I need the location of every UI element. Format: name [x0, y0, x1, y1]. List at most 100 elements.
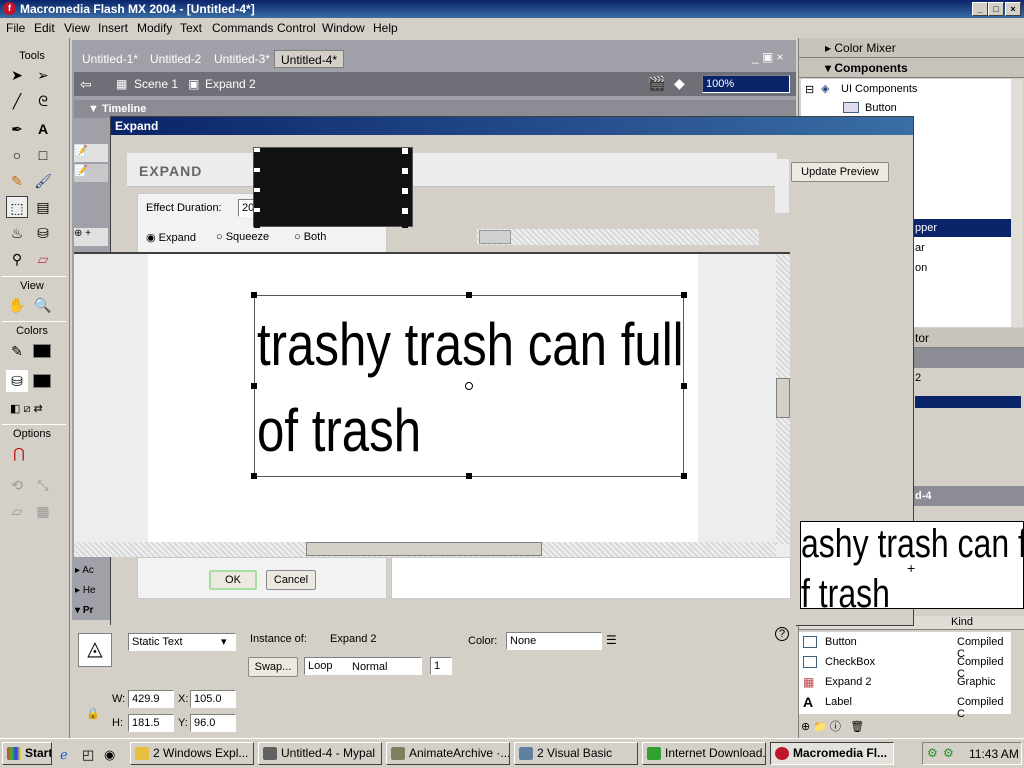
close-button[interactable]: ×	[1005, 2, 1021, 16]
x-field[interactable]: 105.0	[190, 690, 236, 708]
layer-icon[interactable]: 📝	[74, 144, 108, 162]
tree-collapse-icon[interactable]: ⊟	[805, 83, 814, 96]
radio-expand[interactable]: ◉ Expand	[146, 231, 196, 244]
col-kind[interactable]: Kind	[951, 616, 973, 628]
resize-handle[interactable]	[681, 473, 687, 479]
arrow-tool-icon[interactable]: ➤	[6, 64, 28, 86]
doc-window-controls[interactable]: _ ▣ ×	[752, 50, 784, 64]
library-toolbar-icons[interactable]: ⊕ 📁 ⓘ 🗑	[801, 718, 864, 734]
tab-untitled-1[interactable]: Untitled-1*	[76, 50, 144, 68]
tray-tool-icon[interactable]: ⚙	[943, 746, 954, 760]
menu-window[interactable]: Window	[322, 21, 365, 35]
edit-scene-icon[interactable]: 🎬	[648, 75, 665, 92]
ui-components-item[interactable]: UI Components	[841, 83, 917, 95]
menu-text[interactable]: Text	[180, 21, 202, 35]
table-row[interactable]: ▦ Expand 2 Graphic	[801, 674, 1011, 692]
rectangle-tool-icon[interactable]: □	[32, 144, 54, 166]
insert-layer-icon[interactable]: ⊕ +	[74, 228, 108, 246]
button-component-item[interactable]: Button	[865, 102, 897, 114]
radio-squeeze[interactable]: ○ Squeeze	[216, 231, 269, 243]
panel-selected-row[interactable]	[915, 396, 1021, 408]
table-row[interactable]: Button Compiled C	[801, 634, 1011, 660]
stroke-color-icon[interactable]: ✎	[6, 340, 28, 362]
y-field[interactable]: 96.0	[190, 714, 236, 732]
paint-bucket-tool-icon[interactable]: ⛁	[32, 222, 54, 244]
menu-commands[interactable]: Commands	[212, 21, 273, 35]
hscroll-thumb[interactable]	[479, 230, 511, 244]
menu-control[interactable]: Control	[277, 21, 316, 35]
resize-handle[interactable]	[681, 383, 687, 389]
transform-point-icon[interactable]	[465, 382, 473, 390]
zoom-tool-icon[interactable]: 🔍	[32, 294, 54, 316]
menu-view[interactable]: View	[64, 21, 90, 35]
oval-tool-icon[interactable]: ○	[6, 144, 28, 166]
swap-button[interactable]: Swap...	[248, 657, 298, 677]
stage-hscroll-thumb[interactable]	[306, 542, 542, 556]
resize-handle[interactable]	[466, 292, 472, 298]
resize-handle[interactable]	[251, 292, 257, 298]
scene-breadcrumb[interactable]: Scene 1	[134, 77, 178, 91]
start-button[interactable]: Start	[2, 742, 52, 765]
envelope-option-icon[interactable]: ▦	[32, 500, 54, 522]
taskbar-item-mypal[interactable]: Untitled-4 - Mypal	[258, 742, 382, 765]
menu-file[interactable]: File	[6, 21, 25, 35]
tab-untitled-3[interactable]: Untitled-3*	[208, 50, 276, 68]
pen-tool-icon[interactable]: ✒	[6, 118, 28, 140]
panel-frag-pr[interactable]: ▾ Pr	[75, 605, 105, 619]
color-mixer-header[interactable]: ▸ Color Mixer	[799, 38, 1024, 58]
help-icon[interactable]: ?	[775, 627, 789, 641]
back-arrow-icon[interactable]: ⇦	[80, 76, 92, 93]
menu-help[interactable]: Help	[373, 21, 398, 35]
taskbar-item-internet-download[interactable]: Internet Download...	[642, 742, 766, 765]
stage-vscroll-thumb[interactable]	[776, 378, 790, 418]
resize-handle[interactable]	[466, 473, 472, 479]
free-transform-tool-icon[interactable]: ⬚	[6, 196, 28, 218]
chevron-down-icon[interactable]: ▾	[221, 635, 227, 648]
default-colors-icon[interactable]: ◧ ⧄ ⇄	[10, 402, 43, 416]
brush-tool-icon[interactable]: 🖌	[32, 170, 54, 192]
tab-untitled-2[interactable]: Untitled-2	[144, 50, 207, 68]
tab-untitled-4[interactable]: Untitled-4*	[274, 50, 345, 68]
resize-handle[interactable]	[251, 473, 257, 479]
zoom-field[interactable]: 100%	[702, 75, 790, 93]
update-preview-button[interactable]: Update Preview	[791, 162, 889, 182]
stroke-color-swatch[interactable]	[33, 344, 51, 358]
desktop-quicklaunch-icon[interactable]: ◰	[82, 747, 94, 763]
list-menu-icon[interactable]: ☰	[606, 633, 617, 647]
stage-vscroll[interactable]	[776, 254, 790, 544]
layer-icon-2[interactable]: 📝	[74, 164, 108, 182]
text-tool-icon[interactable]: A	[32, 118, 54, 140]
resize-handle[interactable]	[681, 292, 687, 298]
taskbar-item-animatearchive[interactable]: AnimateArchive ·...	[386, 742, 510, 765]
smooth-option-icon[interactable]: ⟲	[6, 474, 28, 496]
eraser-tool-icon[interactable]: ▱	[32, 248, 54, 270]
panel-frag-ac[interactable]: ▸ Ac	[75, 565, 105, 579]
tree-fragment-3[interactable]: on	[915, 262, 927, 274]
media-quicklaunch-icon[interactable]: ◉	[104, 747, 115, 763]
subselect-tool-icon[interactable]: ➢	[32, 64, 54, 86]
minimize-button[interactable]: _	[972, 2, 988, 16]
scale-option-icon[interactable]: ⤡	[32, 474, 54, 496]
table-row[interactable]: CheckBox Compiled C	[801, 654, 1011, 680]
panel-frag-he[interactable]: ▸ He	[75, 585, 105, 599]
tree-fragment-2[interactable]: ar	[915, 242, 925, 254]
fill-color-icon[interactable]: ⛁	[6, 370, 28, 392]
symbol-breadcrumb[interactable]: Expand 2	[205, 77, 256, 91]
hand-tool-icon[interactable]: ✋	[6, 294, 28, 316]
width-field[interactable]: 429.9	[128, 690, 174, 708]
ok-button[interactable]: OK	[209, 570, 257, 590]
taskbar-item-visual-basic[interactable]: 2 Visual Basic	[514, 742, 638, 765]
taskbar-item-flash[interactable]: Macromedia Fl...	[770, 742, 894, 765]
maximize-button[interactable]: □	[988, 2, 1004, 16]
tray-network-icon[interactable]: ⚙	[927, 746, 938, 760]
table-row[interactable]: A Label Compiled C	[801, 694, 1011, 720]
fill-color-swatch[interactable]	[33, 374, 51, 388]
components-scrollbar[interactable]	[1011, 79, 1023, 327]
lasso-tool-icon[interactable]: ᘓ	[32, 90, 54, 112]
height-field[interactable]: 181.5	[128, 714, 174, 732]
line-tool-icon[interactable]: ╱	[6, 90, 28, 112]
menu-modify[interactable]: Modify	[137, 21, 172, 35]
radio-both[interactable]: ○ Both	[294, 231, 326, 243]
ink-bottle-tool-icon[interactable]: ♨	[6, 222, 28, 244]
text-box-selection[interactable]: trashy trash can full of trash	[251, 292, 687, 479]
